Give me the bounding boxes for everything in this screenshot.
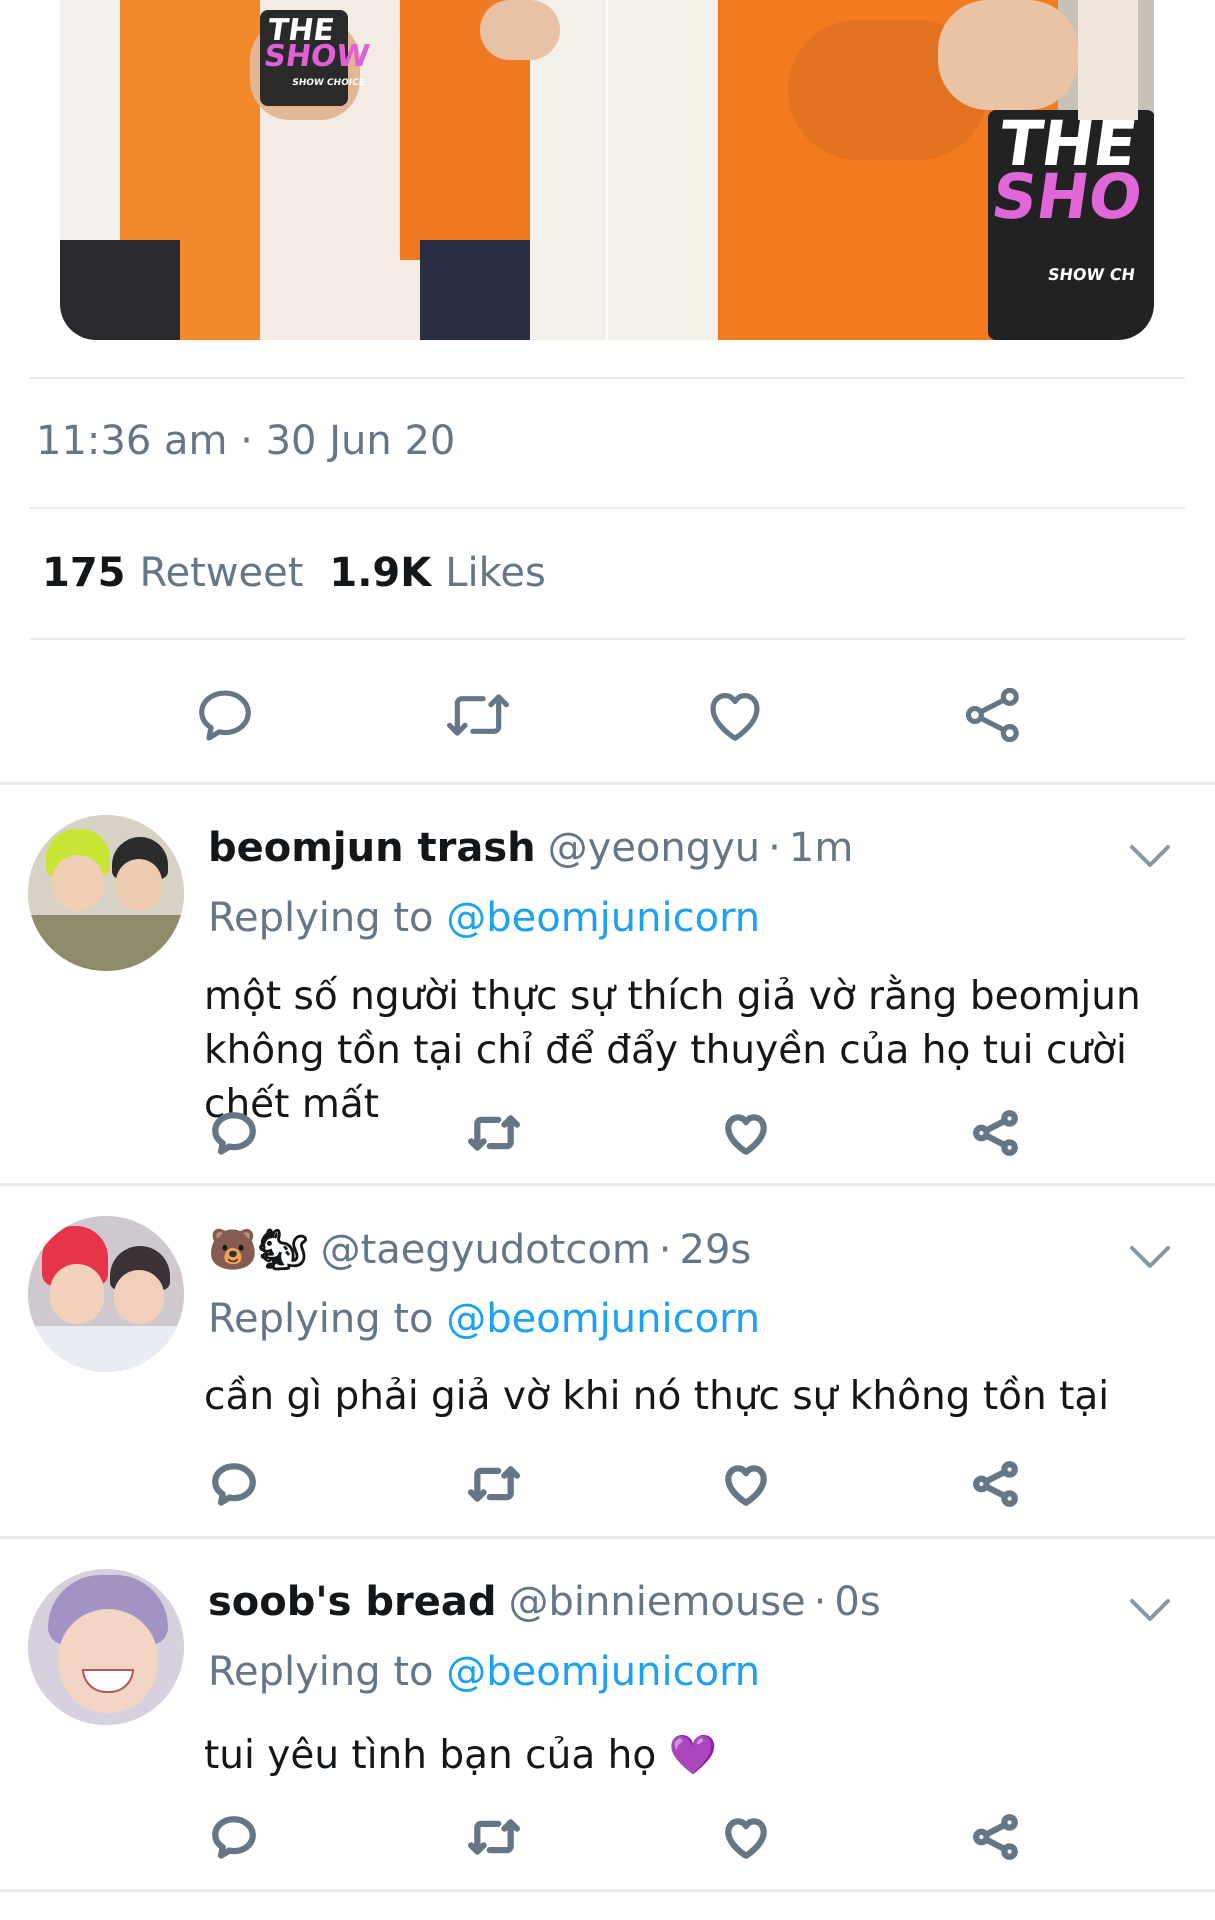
reply-tweet[interactable]: 🐻🐿 @taegyudotcom · 29s Replying to @beom… <box>0 1186 1215 1536</box>
user-handle[interactable]: @yeongyu <box>548 825 761 871</box>
reply-button[interactable] <box>206 1809 262 1865</box>
like-button[interactable] <box>718 1456 774 1512</box>
share-icon <box>965 687 1019 743</box>
reply-header: soob's bread @binniemouse · 0s <box>208 1579 881 1625</box>
heart-icon <box>725 1818 767 1859</box>
reply-icon <box>212 1463 256 1506</box>
reply-time[interactable]: 1m <box>789 825 853 871</box>
tweet-action-bar <box>0 670 1215 770</box>
retweet-icon <box>447 694 509 736</box>
display-name[interactable]: soob's bread <box>208 1579 497 1625</box>
display-name[interactable]: 🐻🐿 <box>208 1226 309 1273</box>
share-icon <box>973 1461 1018 1507</box>
replying-to: Replying to @beomjunicorn <box>208 1649 760 1695</box>
reply-button[interactable] <box>206 1105 262 1161</box>
reply-icon <box>199 690 251 741</box>
heart-icon <box>725 1114 767 1155</box>
avatar[interactable] <box>28 1216 184 1372</box>
reply-icon <box>212 1816 256 1859</box>
trophy-small-left: SHOW CHOICE <box>291 78 366 88</box>
retweet-label[interactable]: Retweet <box>140 550 304 596</box>
chevron-down-icon[interactable] <box>1127 1242 1173 1272</box>
divider <box>0 1889 1215 1892</box>
replying-prefix: Replying to <box>208 1649 434 1695</box>
share-button[interactable] <box>968 1809 1024 1865</box>
share-icon <box>973 1110 1018 1156</box>
avatar[interactable] <box>28 815 184 971</box>
separator: · <box>813 1579 827 1625</box>
replying-to: Replying to @beomjunicorn <box>208 1296 760 1342</box>
trophy-label-right-2: SHO <box>987 159 1147 233</box>
tweet-stats: 175 Retweet 1.9K Likes <box>42 550 546 596</box>
reply-icon <box>212 1112 256 1155</box>
share-button[interactable] <box>968 1105 1024 1161</box>
share-button[interactable] <box>968 1456 1024 1512</box>
separator: · <box>768 825 781 871</box>
replying-mention[interactable]: @beomjunicorn <box>446 895 760 941</box>
reply-button[interactable] <box>206 1456 262 1512</box>
retweet-icon <box>467 1115 521 1151</box>
tweet-photo-right[interactable]: THE SHO SHOW CH <box>608 0 1154 340</box>
retweet-icon <box>467 1466 521 1502</box>
reply-tweet[interactable]: soob's bread @binniemouse · 0s Replying … <box>0 1539 1215 1889</box>
divider <box>30 638 1185 640</box>
retweet-count[interactable]: 175 <box>42 550 126 596</box>
retweet-button[interactable] <box>464 1456 524 1512</box>
avatar[interactable] <box>28 1569 184 1725</box>
retweet-icon <box>467 1819 521 1855</box>
reply-tweet[interactable]: beomjun trash @yeongyu · 1m Replying to … <box>0 785 1215 1180</box>
retweet-button[interactable] <box>464 1809 524 1865</box>
divider <box>30 507 1185 509</box>
replying-prefix: Replying to <box>208 1296 434 1342</box>
chevron-down-icon[interactable] <box>1127 1595 1173 1625</box>
trophy-small-right: SHOW CH <box>1046 265 1137 284</box>
like-button[interactable] <box>718 1809 774 1865</box>
tweet-timestamp[interactable]: 11:36 am · 30 Jun 20 <box>36 418 455 464</box>
replying-mention[interactable]: @beomjunicorn <box>446 1649 760 1695</box>
like-button[interactable] <box>700 680 770 750</box>
user-handle[interactable]: @taegyudotcom <box>321 1227 651 1273</box>
chevron-down-icon[interactable] <box>1127 841 1173 871</box>
tweet-photo-left[interactable]: THE SHOW SHOW CHOICE <box>60 0 606 340</box>
like-label[interactable]: Likes <box>445 550 546 596</box>
heart-icon <box>710 693 760 741</box>
user-handle[interactable]: @binniemouse <box>509 1579 806 1625</box>
retweet-button[interactable] <box>464 1105 524 1161</box>
reply-text: tui yêu tình bạn của họ 💜 <box>204 1733 718 1778</box>
replying-to: Replying to @beomjunicorn <box>208 895 760 941</box>
heart-icon <box>725 1465 767 1506</box>
retweet-button[interactable] <box>440 680 516 750</box>
reply-text: một số người thực sự thích giả vờ rằng b… <box>204 974 1141 1127</box>
reply-button[interactable] <box>190 680 260 750</box>
replying-mention[interactable]: @beomjunicorn <box>446 1296 760 1342</box>
reply-text: cần gì phải giả vờ khi nó thực sự không … <box>204 1374 1110 1419</box>
divider <box>30 377 1185 379</box>
reply-time[interactable]: 0s <box>834 1579 880 1625</box>
display-name[interactable]: beomjun trash <box>208 825 536 871</box>
like-count[interactable]: 1.9K <box>329 550 431 596</box>
share-button[interactable] <box>958 680 1028 750</box>
separator: · <box>658 1227 672 1273</box>
reply-header: 🐻🐿 @taegyudotcom · 29s <box>208 1226 751 1273</box>
like-button[interactable] <box>718 1105 774 1161</box>
reply-time[interactable]: 29s <box>680 1227 752 1273</box>
reply-header: beomjun trash @yeongyu · 1m <box>208 825 853 871</box>
replying-prefix: Replying to <box>208 895 434 941</box>
share-icon <box>973 1814 1018 1860</box>
tweet-media[interactable]: THE SHOW SHOW CHOICE THE SHO SHOW CH <box>60 0 1154 340</box>
trophy-label-left-2: SHOW <box>261 38 373 74</box>
